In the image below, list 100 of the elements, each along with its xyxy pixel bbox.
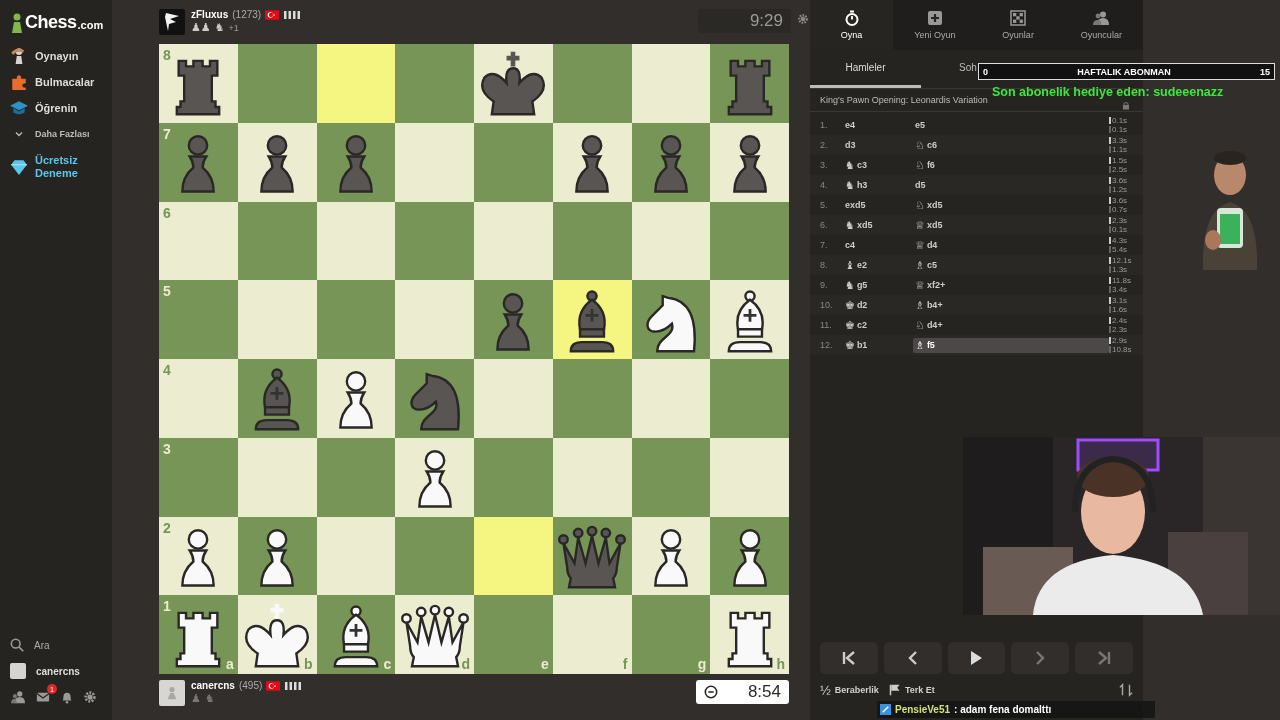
move-time: 12.1s: [1112, 255, 1132, 265]
people-icon: [1093, 10, 1110, 26]
rank-label: 4: [163, 362, 171, 378]
pawn-logo-icon: [10, 13, 24, 33]
goal-target: 15: [1260, 66, 1270, 77]
nav-tab[interactable]: Oyna: [810, 0, 894, 50]
nav-tab[interactable]: Oyunlar: [976, 0, 1060, 50]
move-notation[interactable]: ♘ f6: [913, 157, 1109, 173]
sidebar-link[interactable]: Oynayın: [35, 50, 79, 62]
goal-current: 0: [983, 66, 988, 77]
move-notation[interactable]: c4: [843, 239, 913, 251]
sidebar-link[interactable]: Ücretsiz Deneme: [35, 154, 95, 180]
first-move-icon: [840, 650, 857, 666]
move-time: 1.3s: [1112, 265, 1128, 275]
player-name[interactable]: canercns: [191, 680, 235, 691]
move-number: 2.: [819, 140, 829, 150]
username[interactable]: canercns: [36, 665, 80, 677]
move-number: 11.: [819, 320, 833, 330]
move-time: 3.4s: [1112, 285, 1128, 295]
move-nav-button[interactable]: [820, 642, 878, 674]
rank-label: 5: [163, 283, 171, 300]
move-time: 2.4s: [1112, 315, 1128, 325]
move-notation[interactable]: d3: [843, 139, 913, 151]
panel-tab[interactable]: Hamleler: [810, 50, 921, 88]
captured-pieces: ♟: [191, 693, 201, 704]
sidebar-link[interactable]: Daha Fazlası: [35, 129, 90, 139]
game-action[interactable]: ½ Beraberlik: [820, 682, 879, 698]
chat-username: PensieVe51: [895, 704, 951, 715]
player-rating: (495): [238, 680, 263, 691]
move-time: 5.4s: [1112, 245, 1128, 255]
move-notation[interactable]: ♚ c2: [843, 317, 913, 333]
move-notation[interactable]: ♕ d4: [913, 237, 1109, 253]
move-time: 2.3s: [1112, 215, 1128, 225]
rank-label: 3: [163, 440, 171, 457]
logo-suffix[interactable]: .com: [77, 19, 104, 33]
move-notation[interactable]: ♞ xd5: [843, 217, 913, 233]
sidebar-link[interactable]: Öğrenin: [35, 102, 78, 114]
bell-icon: [60, 690, 74, 704]
clock-icon: [704, 685, 718, 699]
move-notation[interactable]: ♚ d2: [843, 297, 913, 313]
move-notation[interactable]: ♞ c3: [843, 157, 913, 173]
player-name[interactable]: zFluxus: [191, 9, 229, 20]
move-number: 8.: [819, 260, 829, 270]
plus-square-icon: [926, 10, 943, 26]
connection-bars-icon: [283, 10, 302, 19]
settings-icon: [83, 690, 97, 704]
nav-tab[interactable]: Yeni Oyun: [893, 0, 977, 50]
turkish-flag-icon: [266, 680, 281, 691]
move-time: 1.6s: [1112, 305, 1128, 315]
puzzle-icon: [10, 73, 28, 91]
game-clock: 9:29: [698, 9, 791, 33]
sidebar-link[interactable]: Bulmacalar: [35, 76, 95, 88]
move-notation[interactable]: ♘ c6: [913, 137, 1109, 153]
move-notation[interactable]: ♗ c5: [913, 257, 1109, 273]
turkish-flag-icon: [265, 9, 280, 20]
goal-title: HAFTALIK ABONMAN: [1077, 66, 1171, 77]
move-time: 3.3s: [1112, 135, 1128, 145]
move-notation[interactable]: ♚ b1: [843, 337, 913, 353]
search-icon: [10, 638, 24, 652]
move-time: 1.1s: [1112, 145, 1128, 155]
mortarboard-icon: [10, 99, 28, 117]
move-time: 10.8s: [1112, 345, 1132, 355]
move-time: 1.5s: [1112, 155, 1128, 165]
move-notation[interactable]: ♘ d4+: [913, 317, 1109, 333]
move-notation[interactable]: ♗ f5: [913, 337, 1109, 353]
move-notation[interactable]: ♗ b4+: [913, 297, 1109, 313]
checkerboard-icon: [1010, 10, 1027, 26]
move-number: 3.: [819, 160, 829, 170]
move-time: 3.1s: [1112, 295, 1128, 305]
move-notation[interactable]: ♘ xd5: [913, 197, 1109, 213]
move-notation[interactable]: e4: [843, 119, 913, 131]
rank-label: 6: [163, 204, 171, 221]
lock-icon: [1122, 101, 1130, 110]
move-time: 0.7s: [1112, 205, 1128, 215]
move-number: 12.: [819, 340, 834, 350]
move-time: 3.6s: [1112, 175, 1128, 185]
move-notation[interactable]: exd5: [843, 199, 913, 211]
nav-tab[interactable]: Oyuncular: [1059, 0, 1143, 50]
move-time: 2.5s: [1112, 165, 1128, 175]
move-notation[interactable]: ♝ e2: [843, 257, 913, 273]
pawn-avatar-icon: [165, 684, 179, 702]
move-notation[interactable]: ♞ g5: [843, 277, 913, 293]
captured-pieces: ♟♟: [191, 22, 211, 33]
panel-tab[interactable]: Soh: [959, 50, 977, 88]
search-link[interactable]: Ara: [34, 639, 50, 651]
file-label: c: [383, 656, 392, 672]
game-action[interactable]: Terk Et: [888, 684, 935, 696]
file-label: a: [225, 656, 234, 672]
file-label: g: [697, 656, 707, 672]
move-number: 1.: [819, 120, 829, 130]
move-notation[interactable]: e5: [913, 119, 1109, 131]
move-notation[interactable]: ♕ xd5: [913, 217, 1109, 233]
move-notation[interactable]: ♞ h3: [843, 177, 913, 193]
move-notation[interactable]: ♕ xf2+: [913, 277, 1109, 293]
move-time: 0.1s: [1112, 125, 1128, 135]
rank-label: 7: [163, 125, 171, 142]
last-move-icon: [1096, 650, 1113, 666]
logo-wordmark[interactable]: Chess: [25, 12, 77, 33]
move-notation[interactable]: d5: [913, 179, 1109, 191]
move-nav-button[interactable]: [947, 642, 1006, 674]
